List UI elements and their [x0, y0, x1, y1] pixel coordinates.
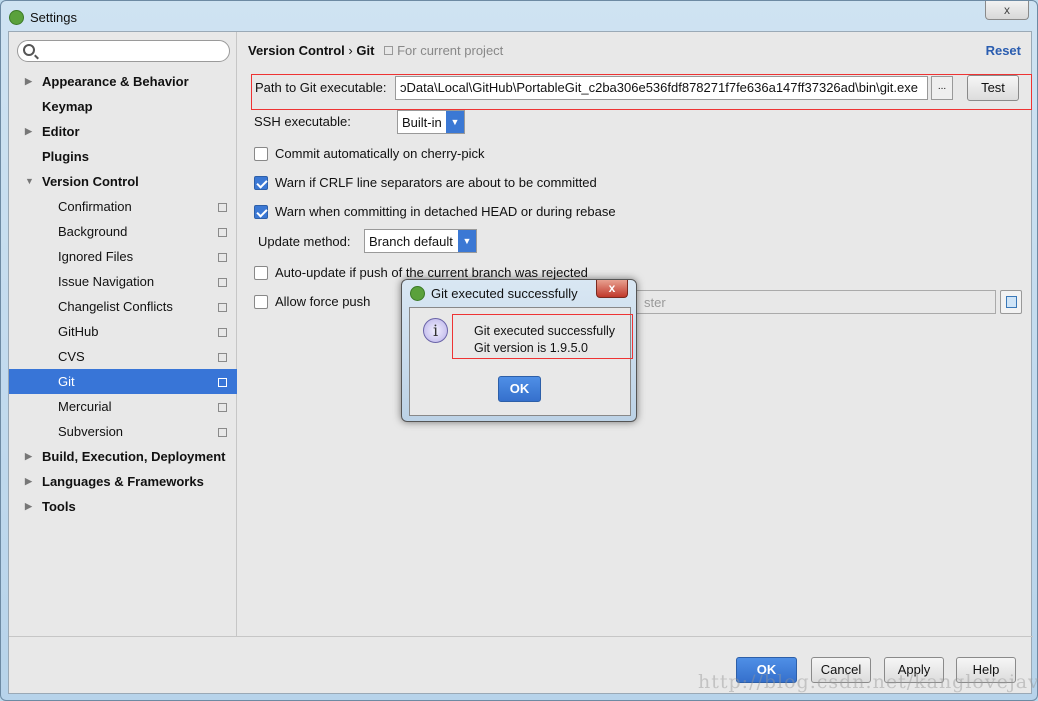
sidebar-item-plugins[interactable]: Plugins — [9, 144, 237, 169]
dialog-body: i Git executed successfully Git version … — [409, 307, 633, 416]
project-scope-icon — [218, 378, 227, 387]
app-icon — [410, 286, 425, 301]
chevron-right-icon[interactable]: ▶ — [25, 119, 32, 144]
sidebar-item-cvs[interactable]: CVS — [9, 344, 237, 369]
sidebar-item-languages-frameworks[interactable]: ▶ Languages & Frameworks — [9, 469, 237, 494]
project-scope-icon — [218, 303, 227, 312]
sidebar-item-label: Build, Execution, Deployment — [42, 449, 226, 464]
info-icon: i — [423, 318, 448, 343]
git-path-input[interactable]: ɔData\Local\GitHub\PortableGit_c2ba306e5… — [395, 76, 928, 100]
sidebar-item-mercurial[interactable]: Mercurial — [9, 394, 237, 419]
search-icon — [23, 44, 35, 56]
ssh-select[interactable]: Built-in ▼ — [397, 110, 465, 134]
app-icon — [9, 9, 24, 25]
sidebar-item-label: Issue Navigation — [58, 274, 155, 289]
sidebar-item-label: Appearance & Behavior — [42, 74, 189, 89]
project-scope-icon — [218, 228, 227, 237]
breadcrumb-separator: › — [348, 43, 353, 58]
sidebar-item-issue-navigation[interactable]: Issue Navigation — [9, 269, 237, 294]
project-scope-icon — [218, 403, 227, 412]
sidebar-item-label: Confirmation — [58, 199, 132, 214]
detached-head-checkbox[interactable]: Warn when committing in detached HEAD or… — [254, 204, 616, 219]
sidebar-item-changelist-conflicts[interactable]: Changelist Conflicts — [9, 294, 237, 319]
dialog-title: Git executed successfully — [431, 286, 578, 301]
update-method-select[interactable]: Branch default ▼ — [364, 229, 477, 253]
chevron-right-icon[interactable]: ▶ — [25, 469, 32, 494]
search-input[interactable] — [17, 40, 230, 62]
sidebar-item-appearance-behavior[interactable]: ▶ Appearance & Behavior — [9, 69, 237, 94]
sidebar-item-ignored-files[interactable]: Ignored Files — [9, 244, 237, 269]
project-scope: For current project — [397, 43, 504, 58]
force-push-checkbox[interactable]: Allow force push — [254, 294, 370, 309]
sidebar-item-keymap[interactable]: Keymap — [9, 94, 237, 119]
window-close-button[interactable]: x — [985, 1, 1029, 20]
sidebar-item-tools[interactable]: ▶ Tools — [9, 494, 237, 519]
project-scope-icon — [218, 353, 227, 362]
window-title: Settings — [30, 9, 77, 25]
message-line: Git executed successfully — [474, 324, 616, 338]
chevron-down-icon: ▼ — [446, 111, 464, 133]
sidebar-item-label: Plugins — [42, 149, 89, 164]
dialog-ok-button[interactable]: OK — [498, 376, 541, 402]
project-scope-icon — [218, 328, 227, 337]
sidebar-item-github[interactable]: GitHub — [9, 319, 237, 344]
sidebar-item-label: GitHub — [58, 324, 99, 339]
chevron-down-icon[interactable]: ▼ — [25, 169, 34, 194]
path-label: Path to Git executable: — [255, 79, 387, 95]
settings-tree: ▶ Appearance & Behavior Keymap ▶ Editor Plugi… — [9, 69, 237, 519]
dialog-message: Git executed successfully Git version is… — [452, 314, 633, 359]
ssh-label: SSH executable: — [254, 114, 351, 129]
chevron-down-icon: ▼ — [458, 230, 476, 252]
sidebar-item-label: Mercurial — [58, 399, 112, 414]
test-button[interactable]: Test — [967, 75, 1019, 101]
sidebar-item-label: Editor — [42, 124, 80, 139]
sidebar-item-label: Git — [58, 374, 75, 389]
sidebar-item-subversion[interactable]: Subversion — [9, 419, 237, 444]
sidebar-item-label: Ignored Files — [58, 249, 134, 264]
download-icon — [1006, 296, 1017, 308]
breadcrumb-current: Git — [356, 43, 375, 58]
breadcrumb-parent: Version Control — [248, 43, 345, 58]
sidebar-item-label: Changelist Conflicts — [58, 299, 173, 314]
chevron-right-icon[interactable]: ▶ — [25, 69, 32, 94]
sidebar-item-label: Background — [58, 224, 128, 239]
cherry-pick-checkbox[interactable]: Commit automatically on cherry-pick — [254, 146, 485, 161]
sidebar-item-background[interactable]: Background — [9, 219, 237, 244]
project-scope-icon — [218, 278, 227, 287]
chevron-right-icon[interactable]: ▶ — [25, 494, 32, 519]
sidebar-item-label: Languages & Frameworks — [42, 474, 204, 489]
update-method-value: Branch default — [369, 233, 453, 249]
sidebar-item-label: Subversion — [58, 424, 124, 439]
sidebar-item-git[interactable]: Git — [9, 369, 237, 394]
breadcrumb: Version Control › Git For current projec… — [248, 43, 503, 58]
sidebar-item-build-execution-deployment[interactable]: ▶ Build, Execution, Deployment — [9, 444, 237, 469]
sidebar-item-editor[interactable]: ▶ Editor — [9, 119, 237, 144]
ssh-value: Built-in — [402, 114, 442, 130]
browse-button[interactable]: ... — [931, 76, 953, 100]
git-version-text: Git version is 1.9.5.0 — [474, 341, 588, 355]
git-success-dialog: Git executed successfully x i Git execut… — [401, 279, 637, 422]
crlf-checkbox[interactable]: Warn if CRLF line separators are about t… — [254, 175, 597, 190]
edit-branches-button[interactable] — [1000, 290, 1022, 314]
sidebar-item-version-control[interactable]: ▼ Version Control — [9, 169, 237, 194]
project-scope-icon — [218, 203, 227, 212]
project-scope-icon — [218, 253, 227, 262]
auto-update-checkbox[interactable]: Auto-update if push of the current branc… — [254, 265, 588, 280]
dialog-close-button[interactable]: x — [596, 280, 628, 298]
copy-icon — [384, 46, 394, 55]
sidebar-item-confirmation[interactable]: Confirmation — [9, 194, 237, 219]
sidebar-item-label: Keymap — [42, 99, 93, 114]
sidebar-item-label: Version Control — [42, 174, 139, 189]
sidebar: ▶ Appearance & Behavior Keymap ▶ Editor Plugi… — [9, 32, 237, 636]
protected-branches-input[interactable]: ster — [633, 290, 996, 314]
watermark: http://blog.csdn.net/kanglovejava — [698, 671, 1038, 693]
title-bar: Settings — [9, 6, 77, 28]
update-method-label: Update method: — [258, 234, 351, 249]
reset-link[interactable]: Reset — [986, 43, 1021, 58]
sidebar-item-label: CVS — [58, 349, 85, 364]
project-scope-icon — [218, 428, 227, 437]
chevron-right-icon[interactable]: ▶ — [25, 444, 32, 469]
sidebar-item-label: Tools — [42, 499, 76, 514]
